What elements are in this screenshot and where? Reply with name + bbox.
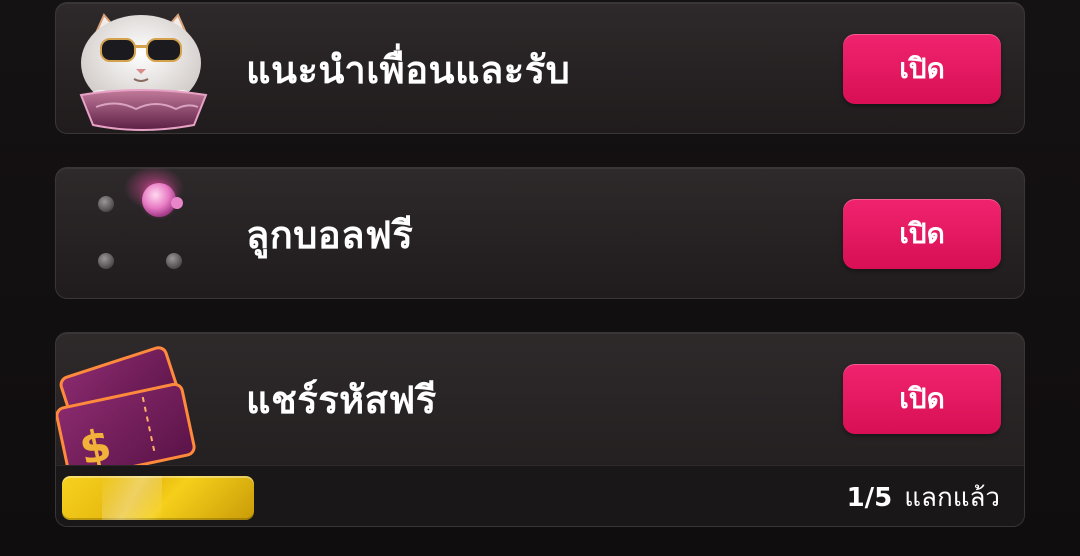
progress-status: 1/5 แลกแล้ว bbox=[846, 466, 1000, 526]
lucky-cat-icon bbox=[79, 13, 208, 131]
reward-card-invite-friends: แนะนำเพื่อนและรับ เปิด bbox=[55, 2, 1025, 134]
reward-title: แชร์รหัสฟรี bbox=[246, 377, 437, 422]
reward-title: ลูกบอลฟรี bbox=[246, 212, 414, 257]
redeem-progress: 1/5 แลกแล้ว bbox=[56, 465, 1024, 526]
pink-ball-icon bbox=[98, 168, 184, 269]
progress-bar bbox=[62, 476, 254, 520]
progress-bar-fill bbox=[62, 476, 254, 520]
progress-label: แลกแล้ว bbox=[904, 483, 1000, 513]
open-button[interactable]: เปิด bbox=[843, 199, 1001, 269]
reward-card-share-code: $ แชร์รหัสฟรี เปิด 1/5 แลกแล้ว bbox=[55, 332, 1025, 527]
progress-count: 1/5 bbox=[846, 482, 893, 513]
reward-card-free-ball: ลูกบอลฟรี เปิด bbox=[55, 167, 1025, 299]
open-button[interactable]: เปิด bbox=[843, 364, 1001, 434]
open-button[interactable]: เปิด bbox=[843, 34, 1001, 104]
reward-title: แนะนำเพื่อนและรับ bbox=[246, 47, 571, 92]
ticket-icon: $ bbox=[56, 346, 196, 465]
